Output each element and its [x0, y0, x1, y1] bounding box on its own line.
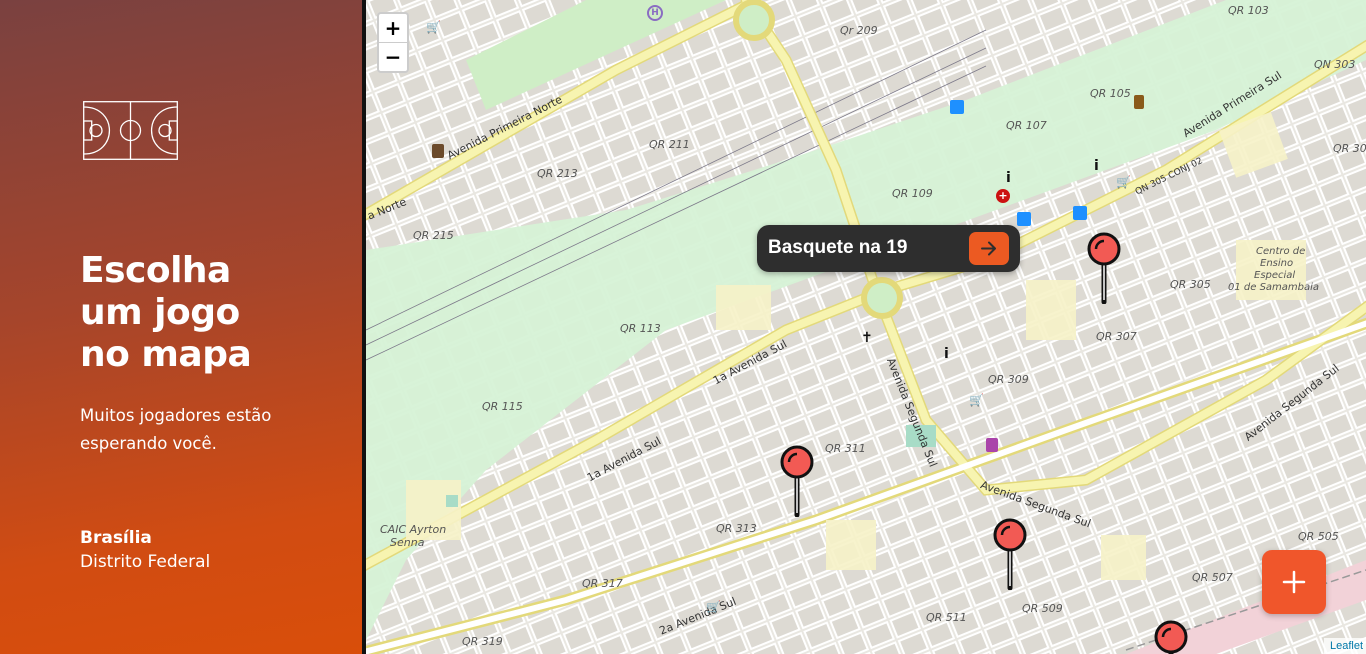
popup-title: Basquete na 19	[768, 237, 908, 258]
state-name: Distrito Federal	[80, 552, 211, 572]
label-caic-1: CAIC Ayrton	[380, 523, 447, 536]
game-pin-marker[interactable]	[780, 445, 814, 517]
sidebar: Escolha um jogo no mapa Muitos jogadores…	[0, 0, 362, 654]
bus-stop-icon	[950, 100, 964, 114]
label-qr105: QR 105	[1090, 87, 1131, 100]
label-qr305: QR 305	[1170, 278, 1211, 291]
label-qr213: QR 213	[537, 167, 578, 180]
label-qr317: QR 317	[582, 577, 623, 590]
label-qr107: QR 107	[1006, 119, 1047, 132]
game-pin-marker[interactable]	[1087, 232, 1121, 304]
label-qr30: QR 30	[1333, 142, 1366, 155]
label-qr209: Qr 209	[840, 24, 878, 37]
label-qr309: QR 309	[988, 373, 1029, 386]
zoom-control: + −	[377, 12, 409, 73]
subtitle-line-2: esperando você.	[80, 434, 217, 453]
bus-stop-icon	[1017, 212, 1031, 226]
label-qr505: QR 505	[1298, 530, 1339, 543]
hospital-icon: +	[996, 189, 1010, 203]
headline-line-1: Escolha	[80, 250, 231, 291]
label-qr311: QR 311	[825, 442, 866, 455]
bus-stop-icon	[1073, 206, 1087, 220]
shopping-cart-icon: 🛒	[969, 393, 984, 407]
city-name: Brasília	[80, 528, 152, 548]
hospital-h-icon: H	[647, 5, 663, 21]
label-qr115: QR 115	[482, 400, 523, 413]
label-qr215: QR 215	[413, 229, 454, 242]
label-centro-2: Ensino	[1260, 258, 1294, 269]
label-centro-1: Centro de	[1256, 246, 1306, 257]
label-qr211: QR 211	[649, 138, 690, 151]
headline-line-3: no mapa	[80, 334, 252, 375]
label-qr307: QR 307	[1096, 330, 1137, 343]
map-tiles[interactable]	[366, 0, 1366, 654]
add-game-button[interactable]	[1262, 550, 1326, 614]
open-game-button[interactable]	[969, 232, 1009, 265]
plus-icon	[1282, 570, 1306, 594]
label-qr509: QR 509	[1022, 602, 1063, 615]
shop-bag-icon	[986, 438, 998, 452]
map-attribution-link[interactable]: Leaflet	[1324, 638, 1366, 654]
game-pin-marker[interactable]	[993, 518, 1027, 590]
label-qr113: QR 113	[620, 322, 661, 335]
map[interactable]: Qr 209 QR 211 QR 213 QR 215 QR 113 QR 11…	[366, 0, 1366, 654]
shopping-cart-icon: 🛒	[426, 20, 441, 34]
info-icon: i	[1094, 158, 1099, 174]
subtitle-line-1: Muitos jogadores estão	[80, 406, 272, 425]
label-qr313: QR 313	[716, 522, 757, 535]
game-popup[interactable]: Basquete na 19	[757, 225, 1020, 272]
label-caic-2: Senna	[390, 536, 425, 549]
page-title: Escolha um jogo no mapa	[80, 250, 340, 376]
monument-icon	[1134, 95, 1144, 109]
location: Brasília Distrito Federal	[80, 526, 210, 574]
label-qr511: QR 511	[926, 611, 967, 624]
label-qn303: QN 303	[1314, 58, 1356, 71]
monument-icon	[432, 144, 444, 158]
shopping-cart-icon: 🛒	[706, 600, 721, 614]
label-qr319: QR 319	[462, 635, 503, 648]
info-icon: i	[944, 346, 949, 362]
basketball-court-icon	[83, 101, 178, 160]
label-qr109: QR 109	[892, 187, 933, 200]
info-icon: i	[1006, 170, 1011, 186]
label-qr507: QR 507	[1192, 571, 1233, 584]
arrow-right-icon	[981, 241, 996, 256]
subtitle: Muitos jogadores estão esperando você.	[80, 402, 320, 458]
headline-line-2: um jogo	[80, 292, 240, 333]
game-pin-marker[interactable]	[1154, 620, 1188, 654]
church-icon: ✝	[861, 330, 873, 346]
label-centro-3: Especial	[1254, 270, 1296, 281]
zoom-in-button[interactable]: +	[379, 14, 407, 43]
label-qr103: QR 103	[1228, 4, 1269, 17]
label-centro-4: 01 de Samambaia	[1228, 282, 1320, 293]
zoom-out-button[interactable]: −	[379, 43, 407, 71]
shopping-cart-icon: 🛒	[1116, 175, 1131, 189]
